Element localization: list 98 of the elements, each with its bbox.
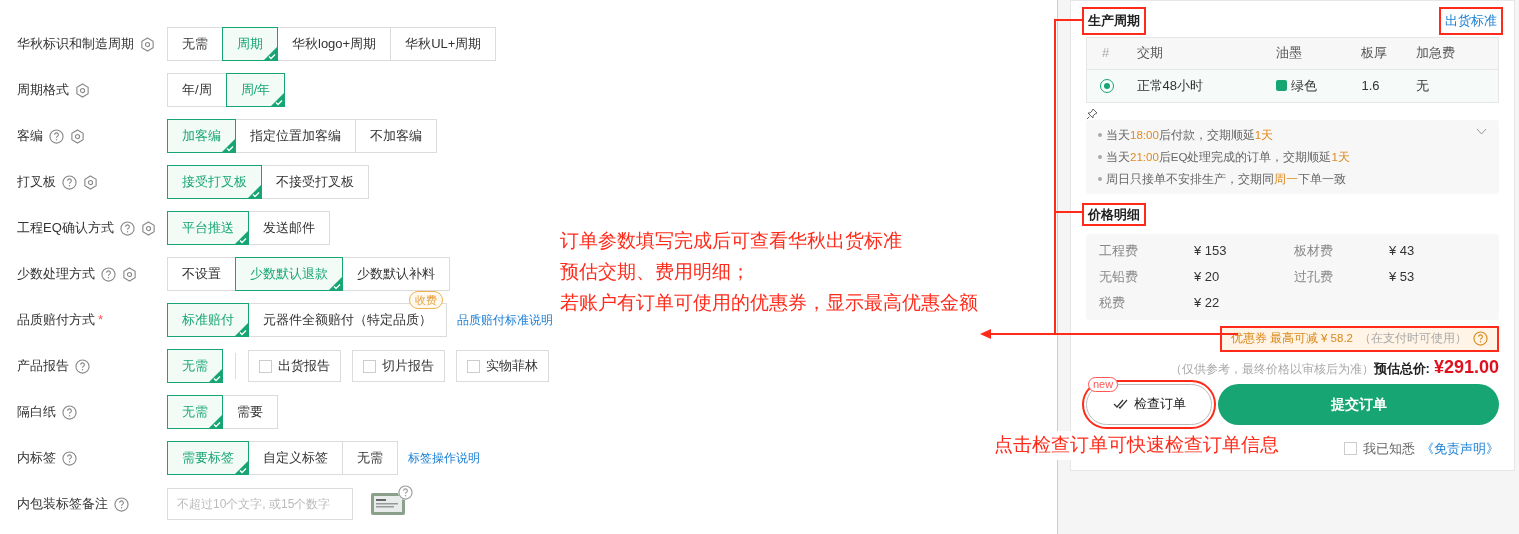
- fee-value: ¥ 22: [1194, 293, 1221, 312]
- field-label: 华秋标识和制造周期: [17, 35, 134, 54]
- help-link[interactable]: 标签操作说明: [408, 449, 480, 467]
- annotation-text: 点击检查订单可快速检查订单信息: [992, 431, 1281, 460]
- coupon-note: （在支付时可使用）: [1359, 330, 1467, 346]
- column-header: 板厚: [1361, 37, 1416, 69]
- field-label: 隔白纸: [17, 403, 56, 422]
- fee-value: ¥ 43: [1389, 241, 1416, 260]
- required-mark: *: [98, 311, 104, 330]
- check-corner-icon: [329, 277, 342, 290]
- field-label: 产品报告: [17, 357, 69, 376]
- option-button[interactable]: 不接受打叉板: [261, 165, 369, 199]
- input-field[interactable]: 不超过10个文字, 或15个数字: [167, 488, 353, 520]
- settings-icon[interactable]: [70, 128, 85, 144]
- checkbox[interactable]: [467, 359, 480, 373]
- annotation-text: 订单参数填写完成后可查看华秋出货标准: [560, 229, 903, 253]
- column-header: 交期: [1136, 37, 1276, 69]
- check-corner-icon: [235, 461, 248, 474]
- note-text: 周日只接单不安排生产，交期同周一下单一致: [1106, 171, 1346, 187]
- fee-label: 工程费: [1099, 241, 1139, 260]
- help-icon[interactable]: [75, 358, 90, 374]
- table-cell: 正常48小时: [1136, 69, 1276, 102]
- option-button[interactable]: 不加客编: [355, 119, 437, 153]
- table-cell: 无: [1415, 69, 1499, 102]
- settings-icon[interactable]: [140, 220, 156, 236]
- checkbox-option[interactable]: 实物菲林: [456, 350, 549, 382]
- option-button[interactable]: 不设置: [167, 257, 236, 291]
- annotation-text: 预估交期、费用明细；: [560, 260, 751, 284]
- total-label: 预估总价:: [1373, 359, 1430, 378]
- help-icon[interactable]: [49, 128, 64, 144]
- check-corner-icon: [271, 93, 285, 106]
- help-icon[interactable]: [114, 496, 129, 512]
- agree-label: 我已知悉: [1363, 439, 1415, 458]
- settings-icon[interactable]: [75, 82, 90, 98]
- chevron-icon[interactable]: [1476, 127, 1487, 135]
- field-label: 内包装标签备注: [17, 495, 108, 514]
- fee-value: ¥ 153: [1194, 241, 1228, 260]
- checkbox-option[interactable]: 出货报告: [248, 350, 341, 382]
- check-corner-icon: [248, 185, 261, 198]
- price-note: （仅供参考，最终价格以审核后为准）: [1169, 361, 1374, 377]
- new-badge: new: [1088, 376, 1119, 392]
- fee-value: ¥ 53: [1389, 267, 1416, 286]
- field-label: 打叉板: [17, 173, 56, 192]
- check-corner-icon: [209, 369, 222, 382]
- checkbox[interactable]: [363, 359, 376, 373]
- field-label: 客编: [17, 127, 43, 146]
- option-button[interactable]: 自定义标签: [248, 441, 343, 475]
- table-cell: 1.6: [1361, 69, 1416, 102]
- double-check-icon: [1112, 399, 1128, 409]
- field-label: 少数处理方式: [17, 265, 95, 284]
- check-corner-icon: [264, 47, 277, 60]
- column-header: #: [1086, 37, 1137, 69]
- checkbox[interactable]: [259, 359, 272, 373]
- fee-value: ¥ 20: [1194, 267, 1221, 286]
- help-icon[interactable]: [101, 266, 116, 282]
- table-cell-text: 绿色: [1290, 76, 1317, 95]
- fee-label: 税费: [1099, 293, 1126, 312]
- help-icon[interactable]: [119, 220, 135, 236]
- field-label: 周期格式: [17, 81, 69, 100]
- field-label: 品质赔付方式: [17, 311, 95, 330]
- field-label: 内标签: [17, 449, 56, 468]
- help-icon[interactable]: [398, 485, 413, 500]
- column-header: 油墨: [1275, 37, 1362, 69]
- help-icon[interactable]: [62, 450, 77, 466]
- field-label: 工程EQ确认方式: [17, 219, 114, 238]
- fee-label: 过孔费: [1294, 267, 1334, 286]
- help-link[interactable]: 品质赔付标准说明: [457, 311, 553, 329]
- check-corner-icon: [209, 415, 222, 428]
- option-button[interactable]: 年/周: [167, 73, 227, 107]
- checkbox-option[interactable]: 切片报告: [352, 350, 445, 382]
- checkbox[interactable]: [1344, 441, 1357, 455]
- check-corner-icon: [222, 139, 235, 152]
- pin-icon: [1086, 107, 1098, 120]
- option-button[interactable]: 需要: [222, 395, 278, 429]
- option-button[interactable]: 少数默认补料: [342, 257, 450, 291]
- option-button[interactable]: 无需: [342, 441, 398, 475]
- fee-label: 无铅费: [1099, 267, 1139, 286]
- help-icon[interactable]: [62, 174, 77, 190]
- disclaimer-link[interactable]: 《免责声明》: [1421, 438, 1499, 458]
- option-button[interactable]: 指定位置加客编: [235, 119, 356, 153]
- fee-label: 板材费: [1294, 241, 1334, 260]
- check-corner-icon: [235, 323, 248, 336]
- settings-icon[interactable]: [122, 266, 137, 282]
- option-button[interactable]: 华秋UL+周期: [390, 27, 497, 61]
- check-corner-icon: [235, 231, 248, 244]
- option-button[interactable]: 发送邮件: [248, 211, 330, 245]
- annotation-text: 若账户有订单可使用的优惠券，显示最高优惠金额: [560, 291, 978, 315]
- settings-icon[interactable]: [83, 174, 98, 190]
- note-text: 当天21:00后EQ处理完成的订单，交期顺延1天: [1106, 149, 1350, 165]
- option-button[interactable]: 华秋logo+周期: [277, 27, 392, 61]
- help-icon[interactable]: [1473, 331, 1488, 346]
- option-button[interactable]: 无需: [167, 27, 223, 61]
- column-header: 加急费: [1415, 37, 1499, 69]
- note-text: 当天18:00后付款，交期顺延1天: [1106, 127, 1274, 143]
- help-icon[interactable]: [62, 404, 77, 420]
- settings-icon[interactable]: [140, 36, 155, 52]
- total-price: ¥291.00: [1433, 355, 1499, 379]
- fee-badge: 收费: [409, 291, 443, 309]
